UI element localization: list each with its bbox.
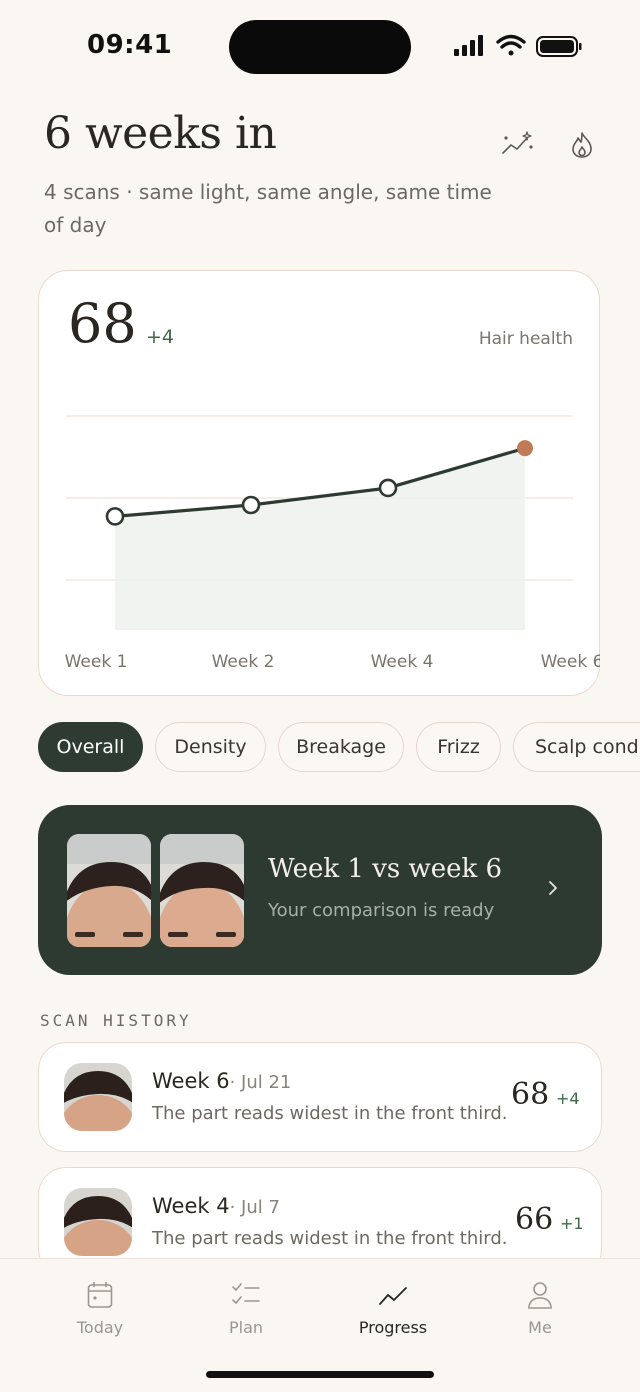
score-delta: +4: [146, 326, 175, 348]
tab-label: Today: [76, 1318, 124, 1337]
wifi-icon: [496, 34, 526, 56]
filter-pill-density[interactable]: Density: [155, 722, 266, 772]
chart-point: [378, 478, 398, 498]
flame-icon[interactable]: [564, 127, 600, 163]
scan-score: 68: [511, 1077, 550, 1112]
status-icons: [452, 32, 582, 60]
chart-point-current: [517, 440, 533, 457]
tab-label: Progress: [358, 1318, 428, 1337]
page-subtitle: 4 scans · same light, same angle, same t…: [44, 180, 492, 237]
sparkle-chart-icon[interactable]: [499, 126, 535, 162]
comparison-title: Week 1 vs week 6: [268, 854, 503, 884]
tab-label: Plan: [228, 1318, 264, 1337]
scan-date: · Jul 7: [229, 1197, 280, 1218]
battery-icon: [536, 36, 582, 57]
comparison-subtitle: Your comparison is ready: [268, 900, 495, 921]
tab-label: Me: [528, 1318, 552, 1337]
scan-week-label: Week 6: [152, 1069, 230, 1093]
tab-progress[interactable]: Progress: [338, 1280, 448, 1337]
calendar-icon: [87, 1282, 113, 1308]
x-tick-label: Week 4: [371, 652, 434, 672]
chart-point: [241, 495, 261, 515]
scan-note: The part reads widest in the front third…: [152, 1103, 508, 1124]
filter-pill-overall[interactable]: Overall: [38, 722, 143, 772]
filter-pill-frizz[interactable]: Frizz: [416, 722, 501, 772]
scan-week-label: Week 4: [152, 1194, 230, 1218]
scan-note: The part reads widest in the front third…: [152, 1228, 508, 1249]
x-tick-label: Week 2: [212, 652, 275, 672]
filter-pill-scalp-condition[interactable]: Scalp condition: [513, 722, 640, 772]
x-tick-label: Week 6: [541, 652, 600, 672]
tab-me[interactable]: Me: [485, 1280, 595, 1337]
scan-score-delta: +1: [560, 1214, 584, 1233]
cellular-signal-icon: [454, 35, 483, 56]
scan-score-delta: +4: [556, 1089, 580, 1108]
page-title: 6 weeks in: [44, 108, 277, 159]
week1-photo: [67, 834, 151, 947]
person-icon: [528, 1282, 552, 1309]
home-indicator: [206, 1371, 434, 1378]
dynamic-island: [229, 20, 411, 74]
chart-area: [115, 448, 525, 630]
filter-pill-breakage[interactable]: Breakage: [278, 722, 404, 772]
section-label-scan-history: SCAN HISTORY: [40, 1011, 192, 1030]
week6-photo: [160, 834, 244, 947]
scan-score: 66: [515, 1202, 554, 1237]
checklist-icon: [232, 1283, 260, 1304]
scan-date: · Jul 21: [229, 1072, 292, 1093]
tab-plan[interactable]: Plan: [191, 1280, 301, 1337]
status-time: 09:41: [87, 30, 173, 60]
scan-thumbnail: [64, 1063, 132, 1131]
trend-icon: [379, 1287, 407, 1305]
metric-label: Hair health: [478, 329, 573, 349]
scan-thumbnail: [64, 1188, 132, 1256]
chart-point: [105, 507, 125, 526]
chevron-right-icon[interactable]: [546, 877, 560, 905]
x-tick-label: Week 1: [65, 652, 128, 672]
hair-health-chart: Week 1 Week 2 Week 4 Week 6: [65, 415, 600, 672]
tab-today[interactable]: Today: [45, 1280, 155, 1337]
current-score: 68: [68, 292, 137, 355]
